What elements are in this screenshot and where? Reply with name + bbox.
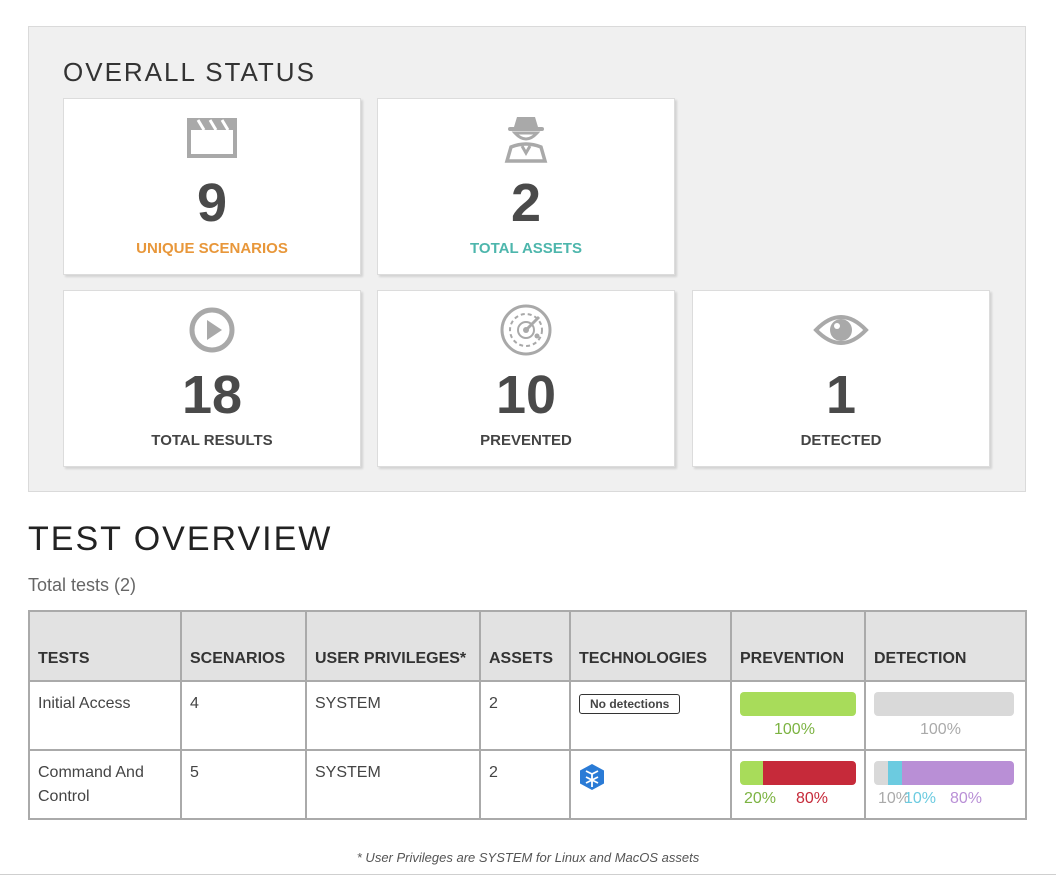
play-circle-icon xyxy=(64,305,360,355)
eye-icon xyxy=(693,305,989,355)
detection-bar-segment xyxy=(874,692,1014,716)
card-detected: 1 DETECTED xyxy=(692,290,990,467)
prevention-bar xyxy=(740,692,856,716)
overall-status-panel: OVERALL STATUS 9 UNIQUE SCENARIOS 2 TOTA… xyxy=(28,26,1026,492)
no-detections-badge: No detections xyxy=(579,694,681,714)
total-results-label: TOTAL RESULTS xyxy=(151,432,273,449)
card-prevented: 10 PREVENTED xyxy=(377,290,675,467)
detection-cell: 10% 10% 80% xyxy=(864,749,1027,820)
detection-bar xyxy=(874,692,1014,716)
overall-status-title: OVERALL STATUS xyxy=(63,57,316,87)
column-header-technologies[interactable]: TECHNOLOGIES xyxy=(569,610,732,682)
prevention-pct: 20% xyxy=(744,790,777,807)
hexagon-logo-icon[interactable] xyxy=(579,763,605,799)
prevented-label: PREVENTED xyxy=(480,432,572,449)
detection-pct: 100% xyxy=(920,721,961,738)
table-row[interactable]: Command And Control 5 SYSTEM 2 20% 80% 1… xyxy=(28,749,1027,820)
spy-agent-icon xyxy=(378,113,674,163)
unique-scenarios-value: 9 xyxy=(196,173,228,233)
test-name-link[interactable]: Initial Access xyxy=(28,680,182,751)
prevention-pct: 100% xyxy=(774,721,815,738)
assets-cell: 2 xyxy=(479,749,571,820)
prevented-value: 10 xyxy=(495,365,557,425)
detection-percentages: 100% xyxy=(874,718,1017,738)
detection-bar-segment xyxy=(888,761,902,785)
prevention-percentages: 100% xyxy=(740,718,856,738)
detected-label: DETECTED xyxy=(800,432,882,449)
detection-percentages: 10% 10% 80% xyxy=(874,787,1017,807)
column-header-scenarios[interactable]: SCENARIOS xyxy=(180,610,307,682)
total-assets-value: 2 xyxy=(510,173,542,233)
card-total-assets: 2 TOTAL ASSETS xyxy=(377,98,675,275)
column-header-user-privileges[interactable]: USER PRIVILEGES* xyxy=(305,610,481,682)
test-name-link[interactable]: Command And Control xyxy=(28,749,182,820)
detection-bar xyxy=(874,761,1014,785)
technologies-cell xyxy=(569,749,732,820)
footnote: * User Privileges are SYSTEM for Linux a… xyxy=(356,850,700,865)
detection-cell: 100% xyxy=(864,680,1027,751)
privileges-cell: SYSTEM xyxy=(305,749,481,820)
scenarios-cell: 5 xyxy=(180,749,307,820)
prevention-percentages: 20% 80% xyxy=(740,787,856,807)
test-overview-table: TESTS SCENARIOS USER PRIVILEGES* ASSETS … xyxy=(28,610,1027,820)
column-header-prevention[interactable]: PREVENTION xyxy=(730,610,866,682)
card-unique-scenarios: 9 UNIQUE SCENARIOS xyxy=(63,98,361,275)
prevention-pct: 80% xyxy=(796,790,829,807)
prevention-cell: 20% 80% xyxy=(730,749,866,820)
card-total-results: 18 TOTAL RESULTS xyxy=(63,290,361,467)
prevention-bar-segment xyxy=(763,761,856,785)
detection-bar-segment xyxy=(874,761,888,785)
clapperboard-icon xyxy=(64,113,360,163)
detected-value: 1 xyxy=(825,365,857,425)
prevention-cell: 100% xyxy=(730,680,866,751)
unique-scenarios-label: UNIQUE SCENARIOS xyxy=(136,240,288,257)
prevention-bar-segment xyxy=(740,761,764,785)
scenarios-cell: 4 xyxy=(180,680,307,751)
column-header-detection[interactable]: DETECTION xyxy=(864,610,1027,682)
prevention-bar-segment xyxy=(740,692,856,716)
privileges-cell: SYSTEM xyxy=(305,680,481,751)
total-results-value: 18 xyxy=(181,365,243,425)
detection-pct: 10% xyxy=(904,790,937,807)
radar-icon xyxy=(378,304,674,356)
bottom-divider xyxy=(0,874,1056,875)
total-assets-label: TOTAL ASSETS xyxy=(470,240,582,257)
assets-cell: 2 xyxy=(479,680,571,751)
table-header-row: TESTS SCENARIOS USER PRIVILEGES* ASSETS … xyxy=(28,610,1027,682)
detection-pct: 80% xyxy=(950,790,983,807)
column-header-assets[interactable]: ASSETS xyxy=(479,610,571,682)
detection-bar-segment xyxy=(902,761,1014,785)
prevention-bar xyxy=(740,761,856,785)
total-tests-count: Total tests (2) xyxy=(28,575,137,595)
column-header-tests[interactable]: TESTS xyxy=(28,610,182,682)
test-overview-title: TEST OVERVIEW xyxy=(28,520,333,558)
table-row[interactable]: Initial Access 4 SYSTEM 2 No detections … xyxy=(28,680,1027,751)
technologies-cell: No detections xyxy=(569,680,732,751)
